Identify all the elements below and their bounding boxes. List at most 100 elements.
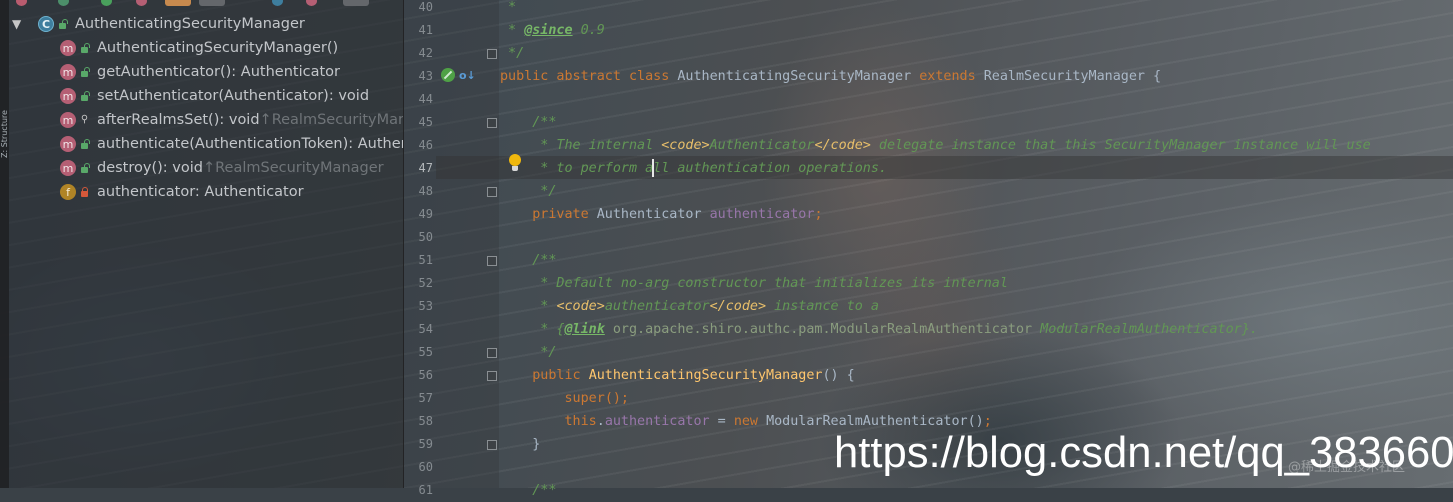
private-access-icon	[80, 187, 89, 197]
override-gutter-icon[interactable]: o↓	[459, 68, 476, 84]
code-line[interactable]: * @since 0.9	[500, 19, 605, 42]
toolbar-show-fields-icon[interactable]	[101, 0, 112, 6]
code-line[interactable]: */	[500, 180, 556, 203]
fold-marker-icon[interactable]	[487, 118, 497, 128]
code-token: /**	[500, 253, 557, 268]
code-line[interactable]: /**	[500, 249, 556, 272]
code-token: }	[500, 437, 541, 452]
inherited-from-label: ↑RealmSecurityManager	[202, 160, 384, 176]
fold-marker-icon[interactable]	[487, 440, 497, 450]
code-line[interactable]: * to perform all authentication operatio…	[500, 157, 887, 180]
toolbar-lambda-icon[interactable]	[306, 0, 317, 6]
code-line[interactable]: *	[500, 0, 516, 19]
class-node-label: AuthenticatingSecurityManager	[75, 16, 305, 32]
code-line[interactable]: private Authenticator authenticator;	[500, 203, 822, 226]
line-number: 61	[418, 483, 433, 497]
code-line[interactable]: public AuthenticatingSecurityManager() {	[500, 364, 855, 387]
line-number: 59	[418, 437, 433, 451]
code-token: /**	[500, 115, 557, 130]
expand-arrow-icon[interactable]: ▼	[12, 17, 30, 31]
method-icon: m	[60, 160, 76, 176]
code-line[interactable]: /**	[500, 479, 556, 502]
line-number: 56	[418, 368, 433, 382]
tree-member-method[interactable]: m ⚲ afterRealmsSet(): void ↑RealmSecurityM…	[60, 108, 403, 132]
toolbar-show-methods-icon[interactable]	[136, 0, 147, 6]
code-line[interactable]: public abstract class AuthenticatingSecu…	[500, 65, 1161, 88]
line-number: 51	[418, 253, 433, 267]
code-token: <code>	[556, 299, 605, 314]
code-line[interactable]: */	[500, 341, 556, 364]
line-number: 49	[418, 207, 433, 221]
code-token: </code>	[814, 138, 871, 153]
public-access-icon	[80, 163, 90, 173]
line-number: 47	[418, 161, 433, 175]
line-number: 42	[418, 46, 433, 60]
method-icon: m	[60, 40, 76, 56]
structure-panel: Z: Structure ▼ C AuthenticatingSecurityM…	[0, 0, 404, 488]
code-line[interactable]: * <code>authenticator</code> instance to…	[500, 295, 879, 318]
toolbar-inherited-button[interactable]	[165, 0, 191, 6]
code-token: authenticator	[709, 207, 815, 222]
fold-marker-icon[interactable]	[487, 348, 497, 358]
tree-member-method[interactable]: m authenticate(AuthenticationToken): Auth…	[60, 132, 403, 156]
code-token: * {	[500, 322, 565, 337]
code-token: ModularRealmAuthenticator}.	[1032, 322, 1258, 337]
tree-member-field[interactable]: f authenticator: Authenticator	[60, 180, 304, 204]
code-token: delegate instance that this SecurityMana…	[870, 138, 1371, 153]
code-token: * to perform all authentication operatio…	[500, 161, 887, 176]
fold-marker-icon[interactable]	[487, 49, 497, 59]
code-token: * The internal	[500, 138, 662, 153]
fold-marker-icon[interactable]	[487, 187, 497, 197]
tree-member-method[interactable]: m setAuthenticator(Authenticator): void	[60, 84, 369, 108]
code-token: *	[500, 23, 525, 38]
fold-marker-icon[interactable]	[487, 371, 497, 381]
code-token: <code>	[661, 138, 710, 153]
public-access-icon	[80, 91, 90, 101]
toolbar-filter-icon[interactable]	[58, 0, 69, 6]
code-token: @link	[564, 322, 605, 337]
tree-class-node[interactable]: ▼ C AuthenticatingSecurityManager	[12, 12, 305, 36]
code-token: */	[500, 46, 525, 61]
code-token: extends	[919, 69, 984, 84]
code-line[interactable]: /**	[500, 111, 556, 134]
code-token: instance to a	[766, 299, 879, 314]
line-number: 54	[418, 322, 433, 336]
line-number: 60	[418, 460, 433, 474]
fold-marker-icon[interactable]	[487, 256, 497, 266]
tree-member-method[interactable]: m destroy(): void ↑RealmSecurityManager	[60, 156, 384, 180]
toolbar-expand-button[interactable]	[199, 0, 225, 6]
member-label: authenticator: Authenticator	[97, 184, 304, 200]
code-token: Authenticator	[596, 207, 710, 222]
line-number: 52	[418, 276, 433, 290]
code-line[interactable]: * The internal <code>Authenticator</code…	[500, 134, 1371, 157]
lightbulb-icon[interactable]	[508, 154, 522, 174]
protected-access-icon: ⚲	[80, 114, 89, 125]
method-icon: m	[60, 112, 76, 128]
code-token: ();	[604, 391, 629, 406]
method-icon: m	[60, 64, 76, 80]
tool-window-strip: Z: Structure	[0, 0, 9, 488]
code-token: RealmSecurityManager {	[983, 69, 1162, 84]
line-number: 45	[418, 115, 433, 129]
toolbar-anonymous-icon[interactable]	[272, 0, 283, 6]
public-access-icon	[80, 43, 90, 53]
code-token: */	[500, 345, 557, 360]
code-token: */	[500, 184, 557, 199]
line-number: 43	[418, 69, 433, 83]
text-caret	[652, 159, 654, 177]
tree-member-method[interactable]: m AuthenticatingSecurityManager()	[60, 36, 338, 60]
toolbar-settings-button[interactable]	[343, 0, 369, 6]
code-line[interactable]: }	[500, 433, 540, 456]
toolbar-sort-icon[interactable]	[16, 0, 27, 6]
implemented-gutter-icon[interactable]	[441, 68, 455, 82]
structure-side-tab[interactable]: Z: Structure	[0, 58, 9, 158]
code-line[interactable]: * Default no-arg constructor that initia…	[500, 272, 1008, 295]
code-token: *	[500, 299, 557, 314]
code-line[interactable]: */	[500, 42, 524, 65]
code-token: private	[500, 207, 597, 222]
code-token: /**	[500, 483, 557, 498]
code-line[interactable]: super();	[500, 387, 629, 410]
tree-member-method[interactable]: m getAuthenticator(): Authenticator	[60, 60, 340, 84]
code-line[interactable]: * {@link org.apache.shiro.authc.pam.Modu…	[500, 318, 1258, 341]
code-token: org.apache.shiro.authc.pam.ModularRealmA…	[604, 322, 1033, 337]
